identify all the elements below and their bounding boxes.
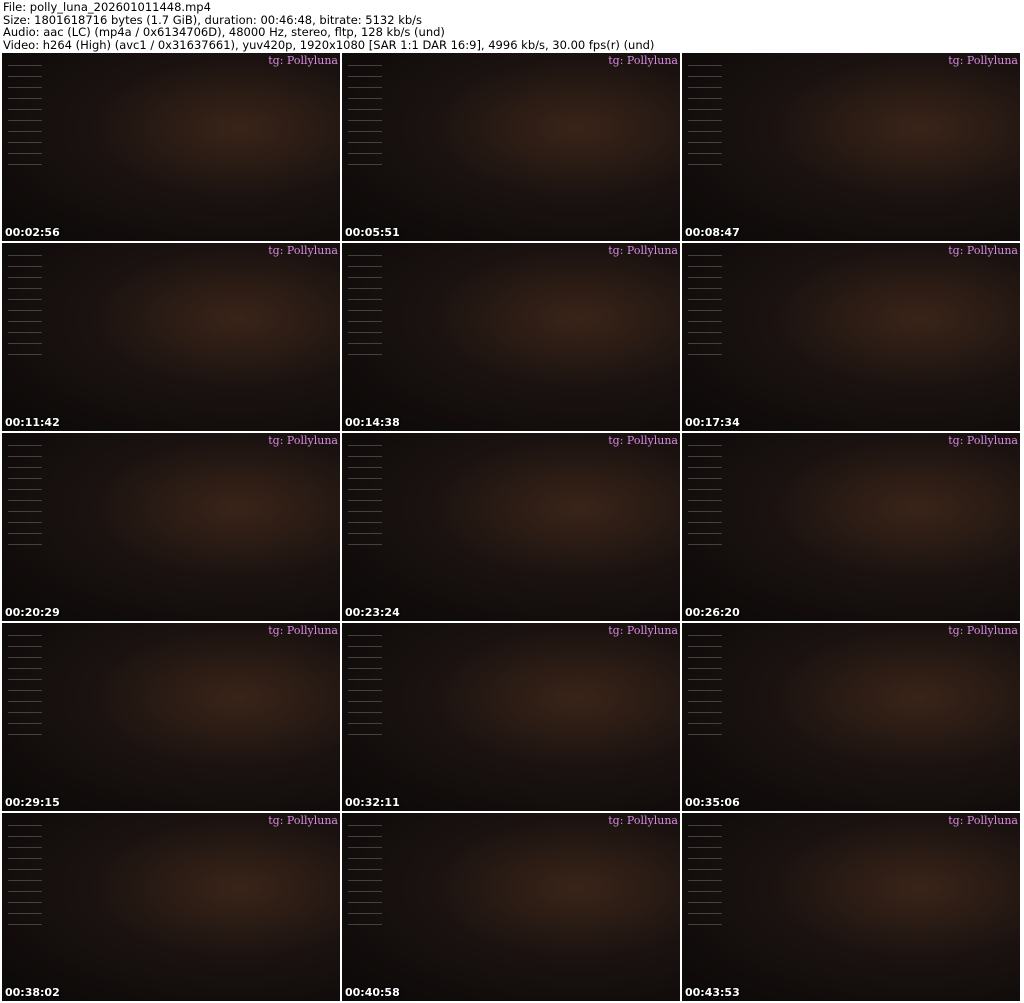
watermark: tg: Pollyluna — [608, 244, 678, 257]
timestamp: 00:08:47 — [685, 226, 740, 239]
watermark: tg: Pollyluna — [268, 434, 338, 447]
file-info: File: polly_luna_202601011448.mp4 Size: … — [3, 1, 654, 51]
video-thumbnail[interactable]: tg: Pollyluna 00:35:06 — [682, 623, 1020, 811]
overlay-panel — [348, 627, 382, 737]
timestamp: 00:14:38 — [345, 416, 400, 429]
audio-info: Audio: aac (LC) (mp4a / 0x6134706D), 480… — [3, 25, 445, 39]
watermark: tg: Pollyluna — [608, 434, 678, 447]
watermark: tg: Pollyluna — [268, 624, 338, 637]
video-thumbnail[interactable]: tg: Pollyluna 00:14:38 — [342, 243, 680, 431]
watermark: tg: Pollyluna — [948, 814, 1018, 827]
video-thumbnail[interactable]: tg: Pollyluna 00:02:56 — [2, 53, 340, 241]
video-thumbnail[interactable]: tg: Pollyluna 00:26:20 — [682, 433, 1020, 621]
timestamp: 00:43:53 — [685, 986, 740, 999]
timestamp: 00:35:06 — [685, 796, 740, 809]
timestamp: 00:32:11 — [345, 796, 400, 809]
video-thumbnail[interactable]: tg: Pollyluna 00:20:29 — [2, 433, 340, 621]
thumbnail-grid: tg: Pollyluna 00:02:56 tg: Pollyluna 00:05:… — [2, 53, 1020, 1001]
timestamp: 00:38:02 — [5, 986, 60, 999]
watermark: tg: Pollyluna — [948, 244, 1018, 257]
overlay-panel — [688, 627, 722, 737]
watermark: tg: Pollyluna — [948, 624, 1018, 637]
overlay-panel — [8, 247, 42, 357]
video-thumbnail[interactable]: tg: Pollyluna 00:29:15 — [2, 623, 340, 811]
timestamp: 00:05:51 — [345, 226, 400, 239]
video-thumbnail[interactable]: tg: Pollyluna 00:08:47 — [682, 53, 1020, 241]
overlay-panel — [348, 247, 382, 357]
timestamp: 00:20:29 — [5, 606, 60, 619]
video-thumbnail[interactable]: tg: Pollyluna 00:17:34 — [682, 243, 1020, 431]
overlay-panel — [688, 437, 722, 547]
video-info: Video: h264 (High) (avc1 / 0x31637661), … — [3, 37, 655, 52]
timestamp: 00:11:42 — [5, 416, 60, 429]
overlay-panel — [688, 57, 722, 167]
overlay-panel — [688, 817, 722, 927]
watermark: tg: Pollyluna — [608, 624, 678, 637]
timestamp: 00:17:34 — [685, 416, 740, 429]
timestamp: 00:23:24 — [345, 606, 400, 619]
video-thumbnail[interactable]: tg: Pollyluna 00:43:53 — [682, 813, 1020, 1001]
video-thumbnail[interactable]: tg: Pollyluna 00:40:58 — [342, 813, 680, 1001]
watermark: tg: Pollyluna — [268, 244, 338, 257]
timestamp: 00:29:15 — [5, 796, 60, 809]
overlay-panel — [8, 627, 42, 737]
overlay-panel — [688, 247, 722, 357]
watermark: tg: Pollyluna — [608, 814, 678, 827]
overlay-panel — [8, 437, 42, 547]
video-thumbnail[interactable]: tg: Pollyluna 00:11:42 — [2, 243, 340, 431]
overlay-panel — [348, 57, 382, 167]
overlay-panel — [348, 437, 382, 547]
overlay-panel — [8, 817, 42, 927]
timestamp: 00:02:56 — [5, 226, 60, 239]
watermark: tg: Pollyluna — [268, 54, 338, 67]
watermark: tg: Pollyluna — [948, 434, 1018, 447]
video-thumbnail[interactable]: tg: Pollyluna 00:23:24 — [342, 433, 680, 621]
video-thumbnail[interactable]: tg: Pollyluna 00:32:11 — [342, 623, 680, 811]
overlay-panel — [8, 57, 42, 167]
video-thumbnail[interactable]: tg: Pollyluna 00:38:02 — [2, 813, 340, 1001]
file-name: File: polly_luna_202601011448.mp4 — [3, 0, 211, 14]
watermark: tg: Pollyluna — [268, 814, 338, 827]
overlay-panel — [348, 817, 382, 927]
watermark: tg: Pollyluna — [608, 54, 678, 67]
timestamp: 00:26:20 — [685, 606, 740, 619]
watermark: tg: Pollyluna — [948, 54, 1018, 67]
timestamp: 00:40:58 — [345, 986, 400, 999]
video-thumbnail[interactable]: tg: Pollyluna 00:05:51 — [342, 53, 680, 241]
